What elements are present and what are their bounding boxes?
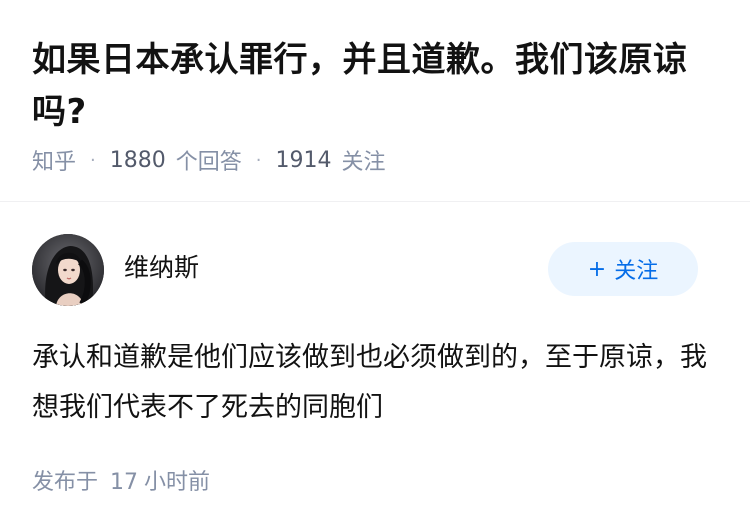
question-meta: 知乎 · 1880 个回答 · 1914 关注 <box>32 144 386 176</box>
question-title[interactable]: 如果日本承认罪行，并且道歉。我们该原谅吗? <box>32 34 722 138</box>
avatar[interactable] <box>32 234 104 306</box>
source-label[interactable]: 知乎 <box>32 144 76 176</box>
meta-separator: · <box>90 149 96 171</box>
meta-separator: · <box>255 149 262 171</box>
answer-content[interactable]: 承认和道歉是他们应该做到也必须做到的，至于原谅，我想我们代表不了死去的同胞们 <box>32 333 718 433</box>
divider <box>0 201 750 202</box>
follow-button-label: 关注 <box>614 259 659 284</box>
answer-count: 1880 <box>109 147 166 173</box>
author-name[interactable]: 维纳斯 <box>124 250 199 286</box>
follower-count: 1914 <box>275 147 332 173</box>
answer-time-unit: 小时前 <box>144 470 211 495</box>
answer-time: 发布于 17 小时前 <box>32 464 210 496</box>
answer-time-value: 17 <box>110 470 139 495</box>
follower-count-label: 关注 <box>341 150 386 175</box>
answer-page: 如果日本承认罪行，并且道歉。我们该原谅吗? 知乎 · 1880 个回答 · 19… <box>0 0 750 532</box>
follow-button[interactable]: + 关注 <box>548 242 698 296</box>
portrait-avatar-icon <box>32 234 104 306</box>
answer-time-prefix: 发布于 <box>32 470 99 495</box>
plus-icon: + <box>587 256 607 282</box>
answer-count-label: 个回答 <box>175 150 242 175</box>
